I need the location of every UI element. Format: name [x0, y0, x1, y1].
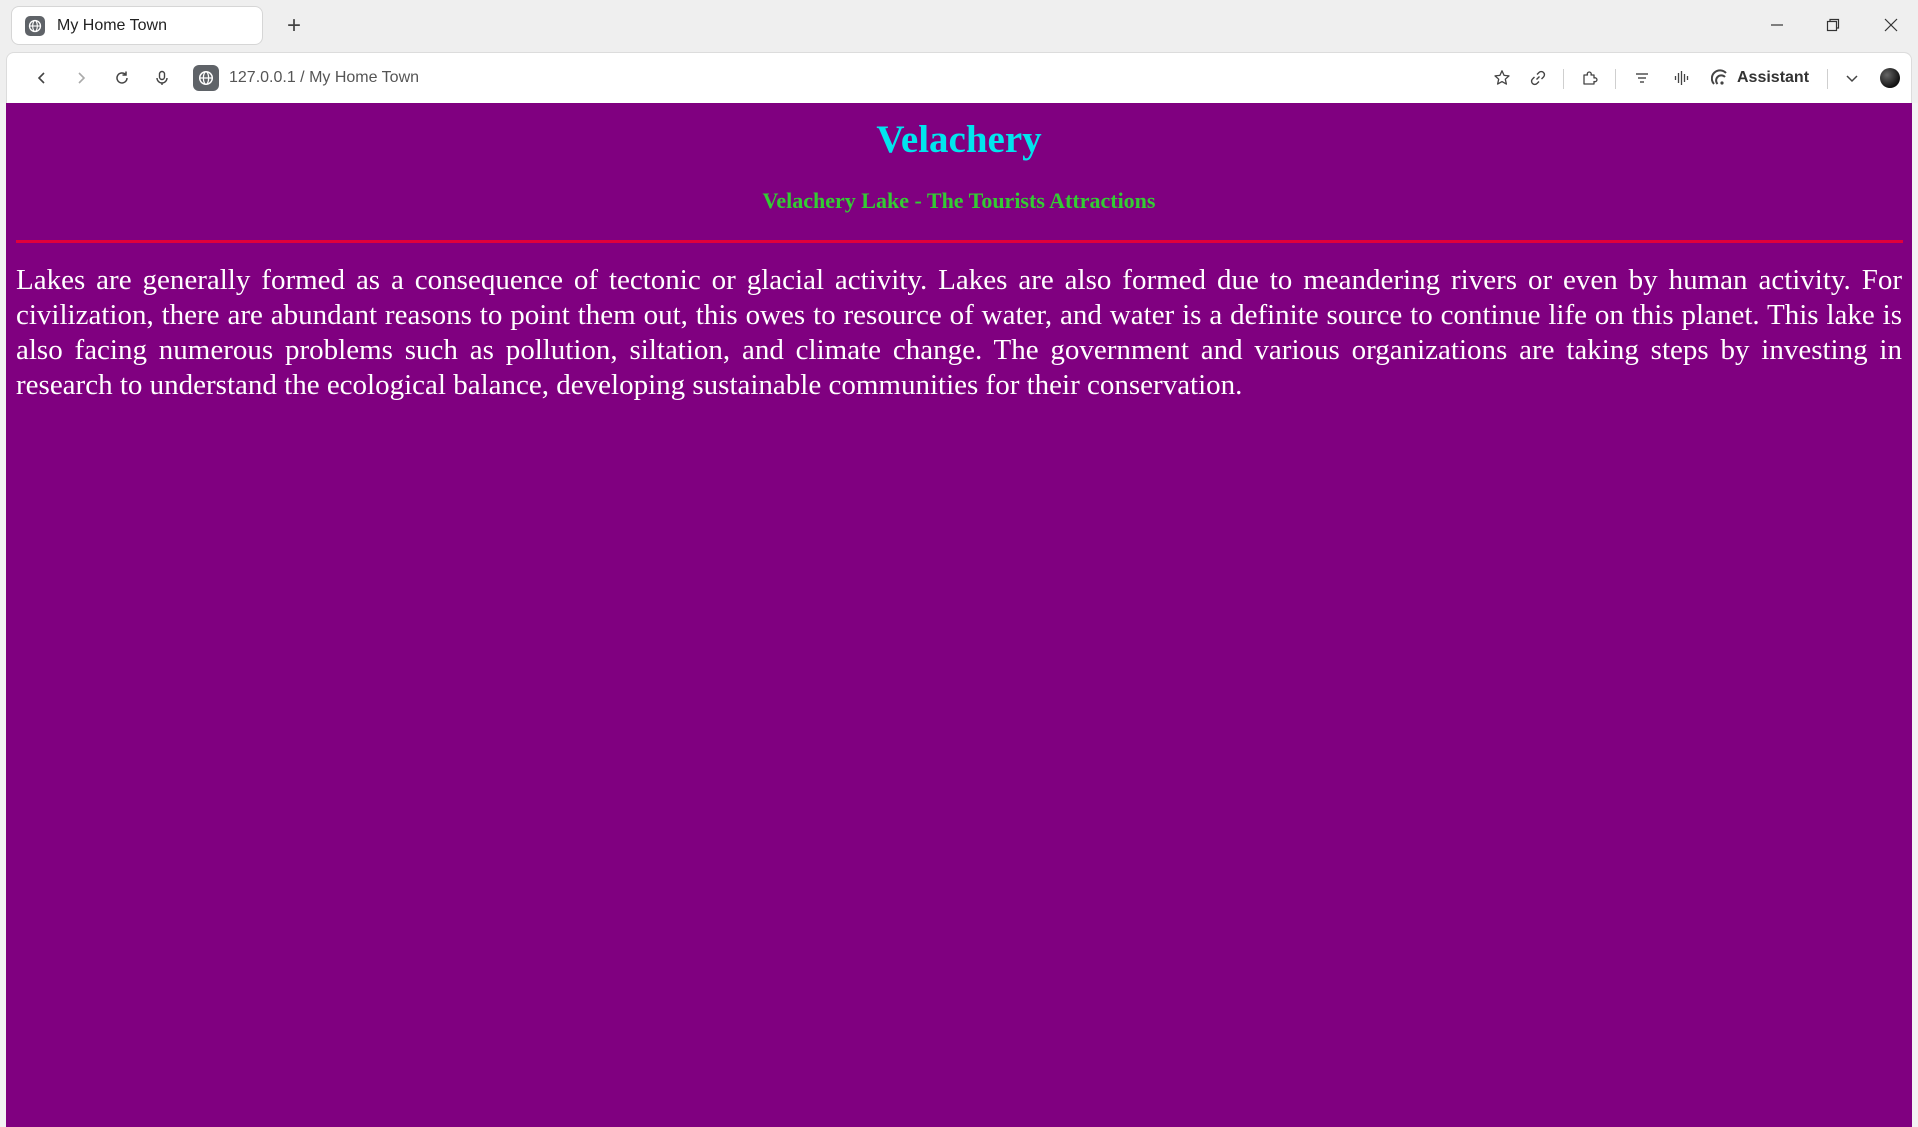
forward-button[interactable] [66, 63, 96, 93]
minimize-button[interactable] [1754, 8, 1800, 42]
globe-icon [25, 15, 45, 36]
navigation-toolbar: 127.0.0.1 / My Home Town Assistant [6, 52, 1912, 103]
audio-wave-icon [1674, 71, 1689, 85]
close-icon [1884, 18, 1898, 32]
new-tab-button[interactable]: + [280, 12, 308, 40]
assistant-button[interactable]: Assistant [1711, 63, 1809, 93]
assistant-icon [1711, 69, 1727, 85]
assistant-label: Assistant [1737, 69, 1810, 86]
puzzle-icon [1583, 71, 1598, 85]
back-arrow-icon [37, 72, 45, 84]
address-bar[interactable]: 127.0.0.1 / My Home Town [229, 69, 419, 87]
browser-chrome: My Home Town + 127.0.0.1 / My Home Town … [0, 0, 1918, 103]
avatar[interactable] [1880, 68, 1900, 88]
horizontal-rule [16, 240, 1903, 243]
back-button[interactable] [27, 63, 57, 93]
site-info-button[interactable] [193, 65, 219, 91]
toolbar-divider [1563, 69, 1564, 89]
toolbar-divider [1615, 69, 1616, 89]
voice-search-button[interactable] [147, 63, 177, 93]
microphone-icon [156, 70, 168, 85]
reload-icon [116, 71, 128, 84]
page-title: Velachery [876, 118, 1042, 161]
forward-arrow-icon [78, 72, 86, 84]
menu-dropdown-button[interactable] [1837, 63, 1867, 93]
extensions-button[interactable] [1575, 63, 1605, 93]
tab-my-home-town[interactable]: My Home Town [11, 6, 263, 45]
close-window-button[interactable] [1868, 8, 1914, 42]
page-subtitle: Velachery Lake - The Tourists Attraction… [762, 188, 1156, 213]
reload-button[interactable] [107, 63, 137, 93]
link-icon [1530, 70, 1546, 86]
toolbar-divider [1827, 69, 1828, 89]
restore-button[interactable] [1810, 8, 1856, 42]
reader-mode-button[interactable] [1627, 63, 1657, 93]
body-paragraph: Lakes are generally formed as a conseque… [16, 264, 1902, 401]
globe-icon [198, 70, 214, 86]
minimize-icon [1771, 24, 1783, 26]
restore-icon [1826, 18, 1840, 32]
tab-title: My Home Town [57, 16, 167, 34]
reader-mode-icon [1636, 73, 1648, 83]
bookmark-button[interactable] [1487, 63, 1517, 93]
page-content: Velachery Velachery Lake - The Tourists … [6, 103, 1912, 1127]
star-icon [1494, 70, 1510, 85]
tab-strip: My Home Town + [0, 0, 1918, 52]
copy-link-button[interactable] [1523, 63, 1553, 93]
read-aloud-button[interactable] [1667, 63, 1697, 93]
chevron-down-icon [1846, 75, 1858, 83]
